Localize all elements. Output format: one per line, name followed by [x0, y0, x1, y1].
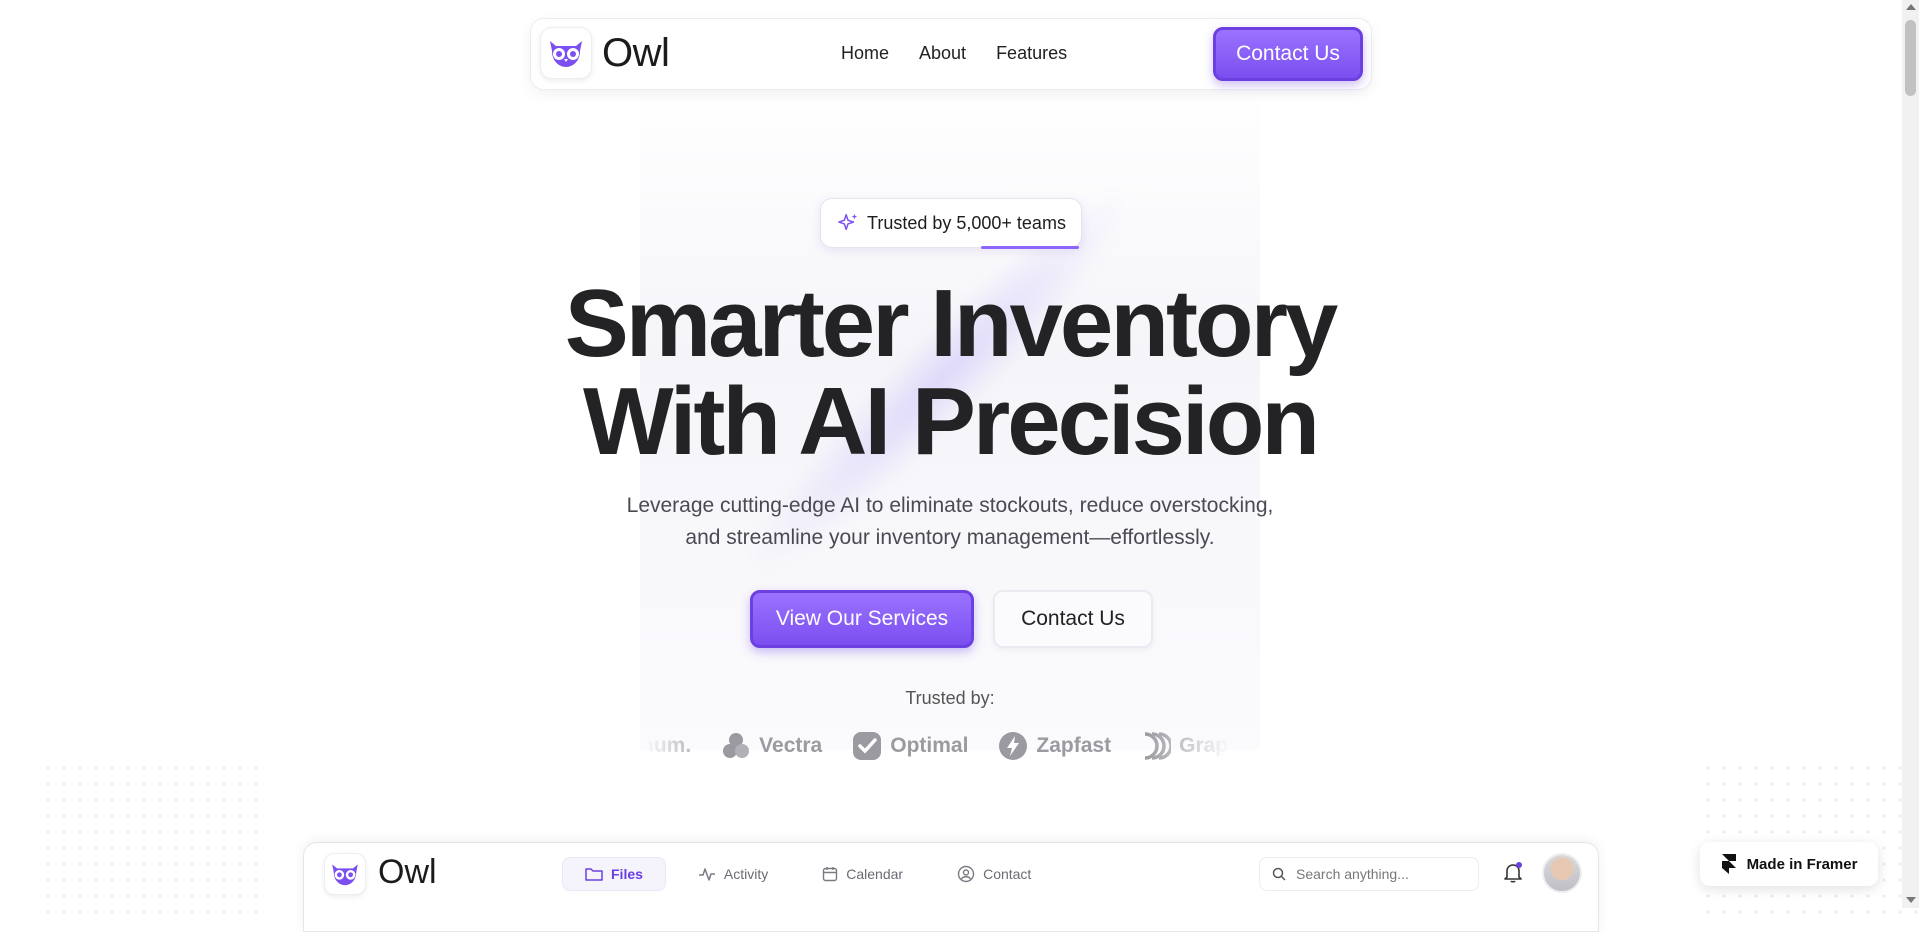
hero-headline-line-2: With AI Precision [582, 368, 1320, 475]
partner-logo-vectra: Vectra [721, 731, 822, 761]
made-in-framer-badge[interactable]: Made in Framer [1700, 842, 1878, 886]
preview-logo [324, 853, 366, 895]
nav-contact-button[interactable]: Contact Us [1213, 27, 1363, 81]
tab-files-label: Files [611, 866, 643, 882]
folder-icon [585, 868, 603, 881]
hero-subtitle-line-2: and streamline your inventory management… [685, 526, 1215, 549]
calendar-icon [823, 867, 838, 882]
partner-logo-zapfast: Zapfast [998, 731, 1111, 761]
scrollbar-thumb[interactable] [1905, 20, 1916, 96]
preview-brand: Owl [378, 853, 437, 891]
optimal-icon [853, 732, 882, 760]
hero-subtitle-line-1: Leverage cutting-edge AI to eliminate st… [626, 494, 1274, 517]
dot-pattern-left [40, 760, 260, 920]
tab-calendar-label: Calendar [846, 866, 904, 882]
badge-text: Trusted by 5,000+ teams [867, 212, 1066, 233]
tab-contact[interactable]: Contact [935, 857, 1053, 891]
partner-logo-grapho-label: Grapho [1179, 734, 1230, 757]
activity-icon [698, 868, 715, 881]
nav-link-about[interactable]: About [919, 43, 966, 64]
tab-activity-label: Activity [723, 866, 769, 882]
tab-files[interactable]: Files [562, 857, 666, 891]
framer-icon [1721, 854, 1736, 874]
dot-pattern-right [1700, 760, 1919, 920]
partner-logo-zapfast-label: Zapfast [1036, 734, 1112, 757]
search-placeholder: Search anything... [1296, 866, 1409, 882]
app-preview: Owl Files Activity Calendar Contact Sear… [303, 842, 1599, 932]
nav-link-features[interactable]: Features [996, 43, 1067, 64]
tab-activity[interactable]: Activity [676, 857, 790, 891]
preview-search-input[interactable]: Search anything... [1259, 857, 1479, 891]
nav-link-home[interactable]: Home [841, 43, 889, 64]
framer-badge-label: Made in Framer [1746, 855, 1858, 873]
partner-logos: num. Vectra Optimal Zapfast Grapho [645, 728, 1230, 764]
hero-headline-line-1: Smarter Inventory [564, 270, 1339, 377]
tab-contact-label: Contact [983, 866, 1032, 882]
vectra-icon [723, 733, 750, 758]
grapho-icon [1144, 732, 1172, 760]
trusted-by-label: Trusted by: [905, 688, 995, 708]
search-icon [1272, 867, 1286, 881]
brand-name[interactable]: Owl [602, 31, 670, 76]
owl-logo-icon [332, 864, 358, 886]
scroll-down-arrow-icon[interactable] [1906, 897, 1916, 903]
scroll-up-arrow-icon[interactable] [1906, 4, 1916, 10]
zapfast-icon [999, 732, 1028, 760]
owl-logo-icon [550, 41, 582, 67]
preview-tabs: Files Activity Calendar Contact [562, 857, 1053, 891]
hero-contact-button[interactable]: Contact Us [993, 590, 1153, 648]
partner-logo-num-label: num. [645, 734, 692, 757]
bell-icon [1504, 862, 1522, 883]
nav-links: Home About Features [841, 43, 1067, 64]
logo-link[interactable] [540, 27, 592, 79]
notification-bell[interactable] [1502, 861, 1524, 888]
top-navbar: Owl Home About Features Contact Us [530, 18, 1372, 90]
view-services-button[interactable]: View Our Services [750, 590, 974, 648]
page-scrollbar[interactable] [1902, 0, 1919, 908]
tab-calendar[interactable]: Calendar [800, 857, 925, 891]
partner-logo-grapho: Grapho [1141, 731, 1230, 761]
user-avatar[interactable] [1542, 853, 1582, 893]
sparkle-icon [838, 213, 858, 231]
partner-logo-vectra-label: Vectra [759, 734, 823, 757]
partner-logo-optimal: Optimal [852, 731, 968, 761]
partner-logo-optimal-label: Optimal [890, 734, 969, 757]
user-circle-icon [957, 865, 975, 883]
trusted-badge: Trusted by 5,000+ teams [820, 198, 1082, 249]
partner-logo-num: num. [645, 734, 691, 758]
